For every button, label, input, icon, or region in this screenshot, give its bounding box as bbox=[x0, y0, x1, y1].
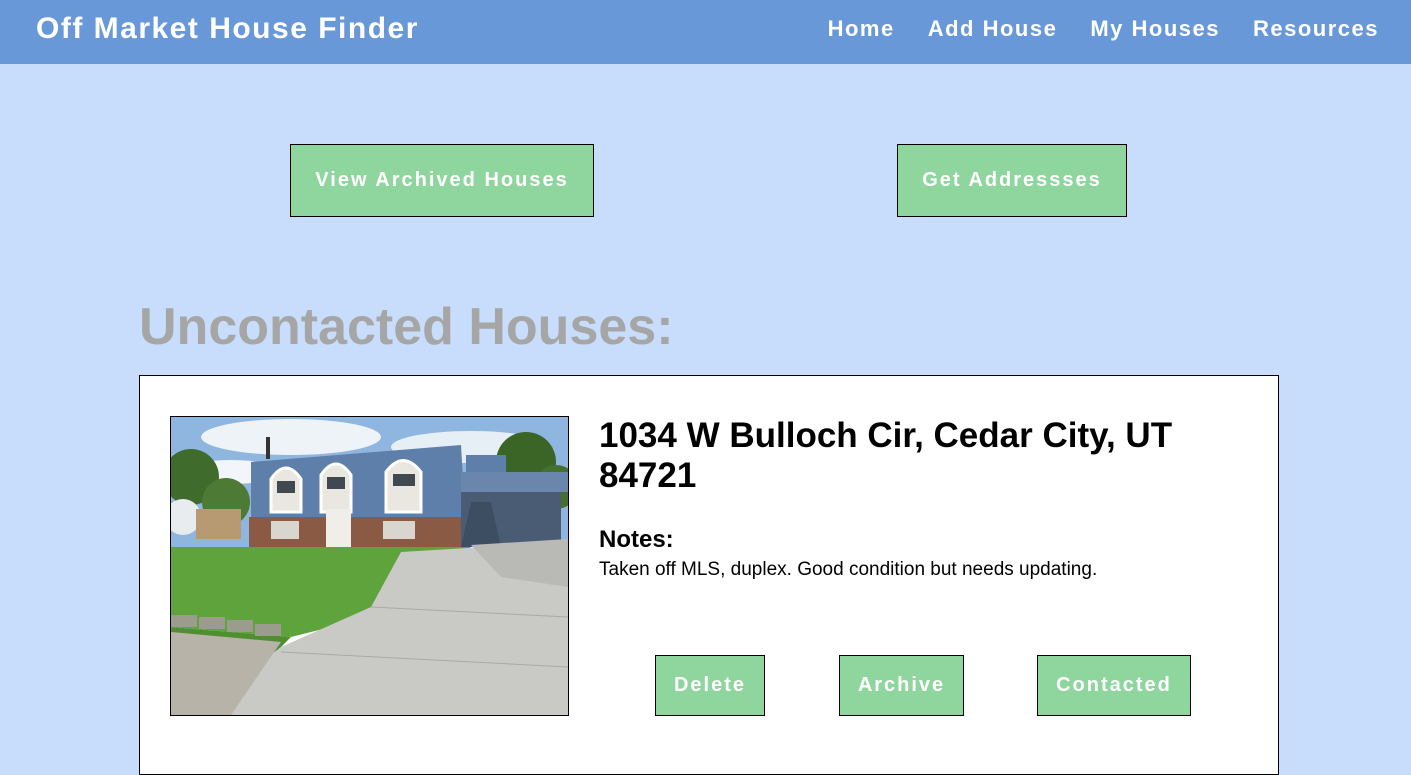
nav-item-my-houses[interactable]: My Houses bbox=[1090, 16, 1220, 42]
delete-button[interactable]: Delete bbox=[655, 655, 765, 716]
nav-links: Home Add House My Houses Resources bbox=[828, 16, 1379, 42]
nav-item-home[interactable]: Home bbox=[828, 16, 895, 42]
nav-item-resources[interactable]: Resources bbox=[1253, 16, 1379, 42]
brand-title[interactable]: Off Market House Finder bbox=[36, 12, 419, 46]
house-photo-image bbox=[171, 417, 568, 715]
nav-item-add-house[interactable]: Add House bbox=[928, 16, 1058, 42]
view-archived-houses-button[interactable]: View Archived Houses bbox=[290, 144, 594, 217]
notes-heading: Notes: bbox=[599, 526, 674, 553]
section-title: Uncontacted Houses: bbox=[139, 298, 674, 356]
get-addresses-button[interactable]: Get Addressses bbox=[897, 144, 1127, 217]
house-photo bbox=[170, 416, 569, 716]
house-card: 1034 W Bulloch Cir, Cedar City, UT 84721… bbox=[139, 375, 1279, 775]
house-address: 1034 W Bulloch Cir, Cedar City, UT 84721 bbox=[599, 416, 1173, 495]
notes-text: Taken off MLS, duplex. Good condition bu… bbox=[599, 559, 1098, 580]
archive-button[interactable]: Archive bbox=[839, 655, 964, 716]
contacted-button[interactable]: Contacted bbox=[1037, 655, 1191, 716]
top-navbar: Off Market House Finder Home Add House M… bbox=[0, 0, 1411, 64]
